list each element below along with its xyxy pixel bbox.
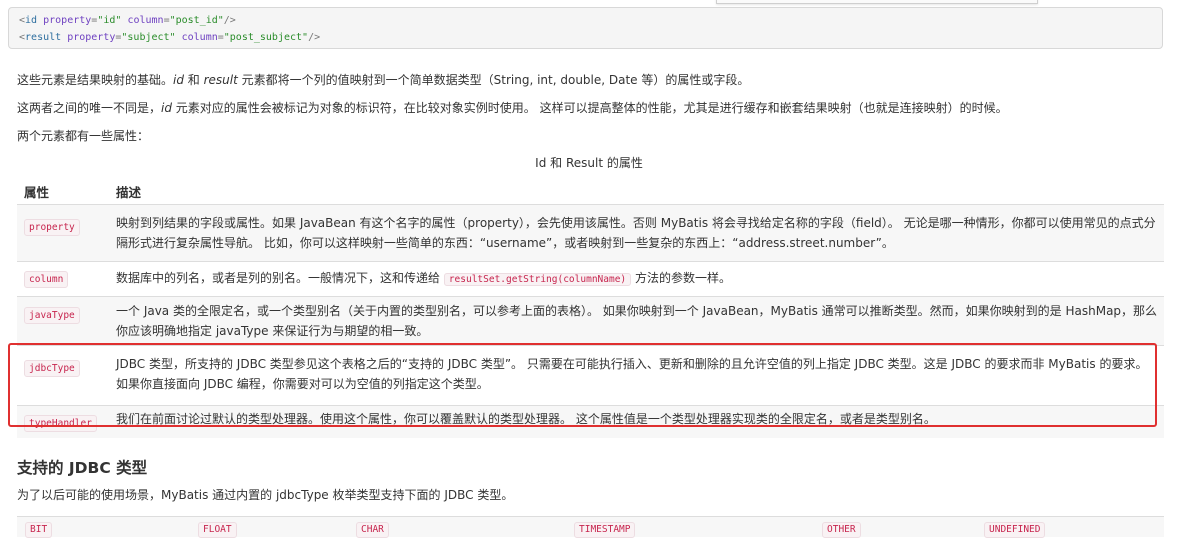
popup-edge [716, 0, 1038, 4]
attribute-term: typeHandler [24, 415, 97, 432]
code-attr: property [67, 32, 116, 43]
table-row: jdbcType JDBC 类型，所支持的 JDBC 类型参见这个表格之后的“支… [17, 345, 1164, 405]
section-intro: 为了以后可能的使用场景，MyBatis 通过内置的 jdbcType 枚举类型支… [17, 488, 514, 502]
section-title: 支持的 JDBC 类型 [17, 459, 148, 477]
italic-term: result [203, 73, 238, 87]
code-line-id: <id property="id" column="post_id"/> [19, 12, 1152, 29]
attribute-description: 一个 Java 类的全限定名，或一个类型别名（关于内置的类型别名，可以参考上面的… [116, 304, 1158, 338]
text-span: 元素都将一个列的值映射到一个简单数据类型（String, int, double… [237, 73, 750, 87]
code-tag: id [25, 15, 38, 26]
table-row: typeHandler 我们在前面讨论过默认的类型处理器。使用这个属性，你可以覆… [17, 405, 1164, 438]
code-attr: column [127, 15, 164, 26]
text-span: 数据库中的列名，或者是列的别名。一般情况下，这和传递给 [116, 271, 444, 285]
attribute-term: property [24, 219, 80, 236]
table-row: property 映射到列结果的字段或属性。如果 JavaBean 有这个名字的… [17, 204, 1164, 261]
text-span: 这两者之间的唯一不同是， [17, 101, 162, 115]
intro-paragraph-1: 这些元素是结果映射的基础。id 和 result 元素都将一个列的值映射到一个简… [17, 71, 749, 88]
attribute-description: 数据库中的列名，或者是列的别名。一般情况下，这和传递给 resultSet.ge… [116, 268, 1158, 290]
code-block: <id property="id" column="post_id"/> <re… [8, 7, 1163, 49]
table-caption: Id 和 Result 的属性 [535, 156, 643, 170]
jdbc-type-cell: FLOAT [198, 522, 237, 538]
italic-term: id [161, 101, 172, 115]
text-span: 这些元素是结果映射的基础。 [17, 73, 174, 87]
attribute-term: column [24, 271, 69, 288]
jdbc-type-cell: OTHER [822, 522, 861, 538]
jdbc-type-cell: CHAR [356, 522, 389, 538]
attribute-term: javaType [24, 307, 80, 324]
text-span: 方法的参数一样。 [631, 271, 731, 285]
code-string: "subject" [121, 32, 176, 43]
attribute-description: 我们在前面讨论过默认的类型处理器。使用这个属性，你可以覆盖默认的类型处理器。 这… [116, 412, 936, 426]
intro-paragraph-2: 这两者之间的唯一不同是，id 元素对应的属性会被标记为对象的标识符，在比较对象实… [17, 99, 1008, 116]
inline-code: resultSet.getString(columnName) [443, 273, 632, 286]
jdbc-type-cell: UNDEFINED [984, 522, 1046, 538]
code-tag: result [25, 32, 62, 43]
attribute-term: jdbcType [24, 360, 80, 377]
table-row: column 数据库中的列名，或者是列的别名。一般情况下，这和传递给 resul… [17, 261, 1164, 296]
attribute-description: 映射到列结果的字段或属性。如果 JavaBean 有这个名字的属性（proper… [116, 216, 1156, 250]
intro-paragraph-3: 两个元素都有一些属性： [17, 129, 150, 143]
table-row: javaType 一个 Java 类的全限定名，或一个类型别名（关于内置的类型别… [17, 296, 1164, 345]
table-header-description: 描述 [116, 185, 142, 200]
text-span: 和 [183, 73, 204, 87]
code-string: "id" [97, 15, 122, 26]
jdbc-type-cell: BIT [25, 522, 53, 538]
code-token: /> [223, 15, 236, 26]
jdbc-type-cell: TIMESTAMP [574, 522, 636, 538]
text-span: 元素对应的属性会被标记为对象的标识符，在比较对象实例时使用。 这样可以提高整体的… [171, 101, 1008, 115]
code-line-result: <result property="subject" column="post_… [19, 29, 1152, 46]
code-attr: column [181, 32, 218, 43]
code-token: /> [308, 32, 321, 43]
attribute-description: JDBC 类型，所支持的 JDBC 类型参见这个表格之后的“支持的 JDBC 类… [116, 357, 1148, 391]
italic-term: id [173, 73, 184, 87]
code-string: "post_subject" [223, 32, 309, 43]
code-string: "post_id" [169, 15, 224, 26]
code-attr: property [43, 15, 92, 26]
table-header-attribute: 属性 [24, 185, 50, 200]
